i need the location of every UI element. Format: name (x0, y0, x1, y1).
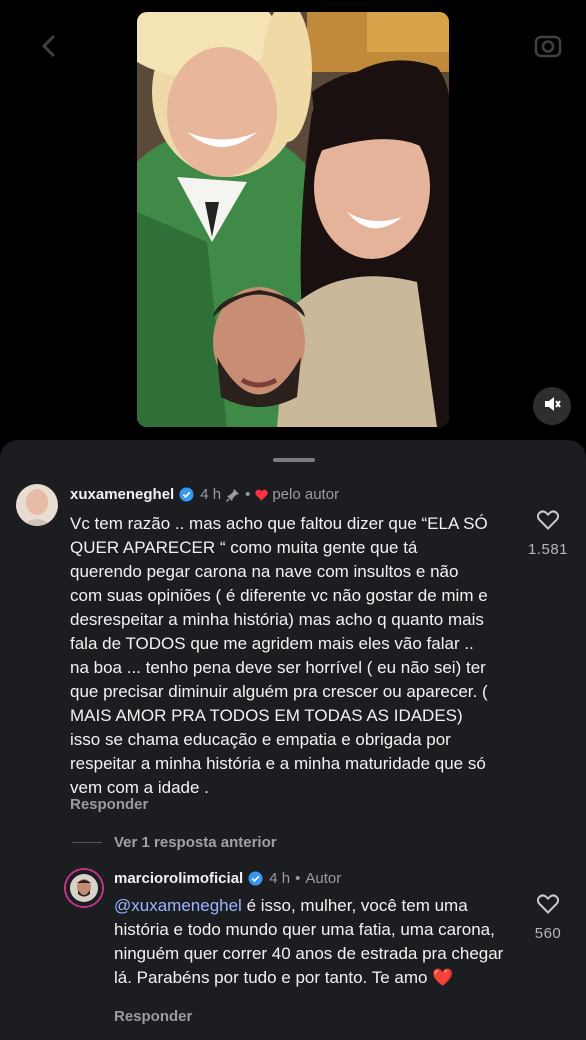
video-post[interactable] (137, 12, 449, 427)
author-badge: Autor (305, 870, 342, 887)
back-icon[interactable] (32, 28, 68, 64)
like-count: 560 (534, 925, 562, 942)
view-previous-replies[interactable]: Ver 1 resposta anterior (72, 834, 277, 851)
avatar[interactable] (16, 484, 58, 526)
reply-button[interactable]: Responder (70, 796, 148, 813)
pin-icon (226, 488, 240, 502)
liked-by-author-label: pelo autor (272, 486, 340, 503)
media-area (0, 0, 586, 470)
divider (72, 842, 102, 843)
view-previous-label: Ver 1 resposta anterior (114, 834, 277, 851)
camera-icon[interactable] (530, 28, 566, 64)
verified-badge-icon (179, 487, 194, 502)
reply-button[interactable]: Responder (114, 1008, 192, 1025)
speaker-muted-icon (542, 394, 562, 419)
avatar[interactable] (64, 868, 104, 908)
reply-text: @xuxameneghel é isso, mulher, você tem u… (114, 894, 512, 990)
verified-badge-icon (248, 871, 263, 886)
sheet-grabber[interactable] (273, 458, 315, 462)
comment-text: Vc tem razão .. mas acho que faltou dize… (70, 514, 488, 797)
reply-meta: marciorolimoficial 4 h • Autor (114, 870, 341, 887)
mute-button[interactable] (533, 387, 571, 425)
separator-dot: • (245, 486, 251, 503)
heart-outline-icon (536, 894, 560, 918)
mention-link[interactable]: @xuxameneghel (114, 896, 242, 915)
username[interactable]: marciorolimoficial (114, 870, 243, 887)
separator-dot: • (295, 870, 301, 887)
timestamp: 4 h (200, 486, 222, 503)
comments-sheet: xuxameneghel 4 h • pelo autor Vc tem raz… (0, 440, 586, 1040)
comment-meta: xuxameneghel 4 h • pelo autor (70, 486, 339, 503)
like-count: 1.581 (527, 541, 569, 558)
timestamp: 4 h (269, 870, 291, 887)
heart-emoji: ❤️ (432, 968, 454, 987)
like-button[interactable]: 560 (518, 894, 578, 942)
heart-outline-icon (536, 510, 560, 534)
username[interactable]: xuxameneghel (70, 486, 174, 503)
like-button[interactable]: 1.581 (518, 510, 578, 558)
heart-filled-icon (255, 489, 269, 501)
